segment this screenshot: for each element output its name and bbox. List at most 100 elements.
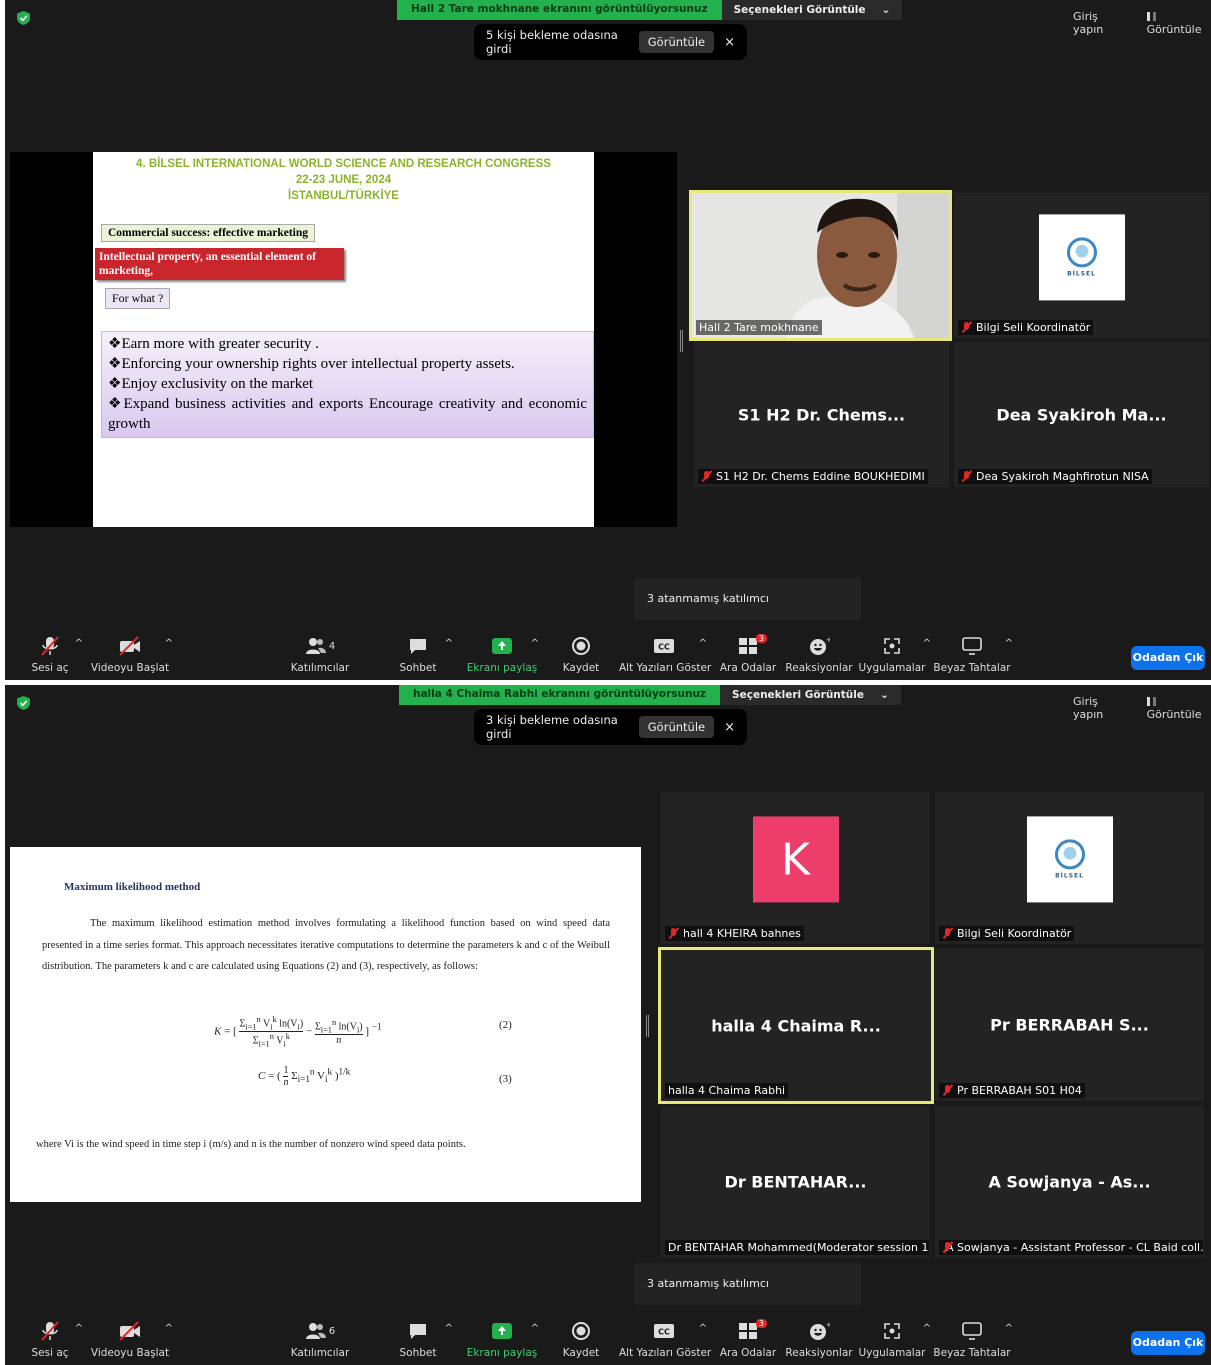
waiting-room-view-button[interactable]: Görüntüle: [638, 716, 715, 738]
close-icon[interactable]: ×: [724, 720, 735, 735]
whiteboards-label: Beyaz Tahtalar: [933, 662, 1011, 674]
caret-up-icon[interactable]: ^: [1005, 1323, 1013, 1334]
share-banner-text: Hall 2 Tare mokhnane ekranını görüntülüy…: [397, 0, 722, 20]
video-tile[interactable]: Dr BENTAHAR... Dr BENTAHAR Mohammed(Mode…: [661, 1106, 930, 1258]
participant-big-name: Pr BERRABAH S...: [990, 1015, 1149, 1035]
share-screen-button[interactable]: ^ Ekranı paylaş: [457, 1319, 547, 1359]
participant-big-name: S1 H2 Dr. Chems...: [737, 405, 906, 424]
globe-icon: [1066, 236, 1097, 267]
slide-bullet: ❖Enforcing your ownership rights over in…: [108, 356, 515, 372]
shared-slide: 4. BİLSEL INTERNATIONAL WORLD SCIENCE AN…: [93, 152, 594, 527]
slide-box-commercial: Commercial success: effective marketing: [101, 224, 316, 242]
participant-name: Dea Syakiroh Maghfirotun NISA: [976, 470, 1149, 483]
participants-label: Katılımcılar: [290, 662, 350, 674]
participant-name-label: halla 4 Chaima Rabhi: [665, 1083, 789, 1098]
caret-up-icon[interactable]: ^: [75, 1323, 83, 1334]
caret-up-icon[interactable]: ^: [1005, 638, 1013, 649]
chat-label: Sohbet: [399, 662, 437, 674]
view-button[interactable]: Görüntüle: [1146, 10, 1211, 36]
waiting-room-view-button[interactable]: Görüntüle: [638, 31, 715, 53]
caret-up-icon[interactable]: ^: [165, 638, 173, 649]
apps-icon: [884, 1323, 900, 1339]
unmute-label: Sesi aç: [31, 662, 69, 674]
captions-button[interactable]: CC ^ Alt Yazıları Göster: [619, 634, 711, 674]
participant-name: halla 4 Chaima Rabhi: [668, 1084, 786, 1097]
chat-button[interactable]: ^ Sohbet: [373, 634, 463, 674]
participant-name: Pr BERRABAH S01 H04: [957, 1084, 1082, 1097]
slide-heading-line1: 4. BİLSEL INTERNATIONAL WORLD SCIENCE AN…: [136, 158, 551, 170]
participant-big-name: A Sowjanya - As...: [988, 1172, 1151, 1192]
apps-button[interactable]: ^ Uygulamalar: [847, 1319, 937, 1359]
unmute-button[interactable]: ^ Sesi aç: [5, 1319, 95, 1359]
zoom-window-1: Hall 2 Tare mokhnane ekranını görüntülüy…: [5, 0, 1211, 680]
unassigned-participants-popup[interactable]: 3 atanmamış katılımcı: [634, 578, 861, 620]
view-options-button[interactable]: Seçenekleri Görüntüle ⌄: [720, 685, 901, 705]
video-tile[interactable]: A Sowjanya - As... A Sowjanya - Assistan…: [935, 1106, 1204, 1258]
video-tile[interactable]: Dea Syakiroh Ma... Dea Syakiroh Maghfiro…: [954, 342, 1209, 487]
start-video-label: Videoyu Başlat: [90, 1347, 170, 1359]
participants-button[interactable]: 4 Katılımcılar: [275, 634, 365, 674]
svg-text:CC: CC: [658, 643, 670, 652]
video-tile[interactable]: K hall 4 KHEIRA bahnes: [661, 792, 930, 944]
equation-c: C = ( 1n Σi=1n Vik )1/k: [258, 1065, 351, 1088]
captions-button[interactable]: CC ^ Alt Yazıları Göster: [619, 1319, 711, 1359]
apps-button[interactable]: ^ Uygulamalar: [847, 634, 937, 674]
chat-button[interactable]: ^ Sohbet: [373, 1319, 463, 1359]
unassigned-participants-popup[interactable]: 3 atanmamış katılımcı: [634, 1263, 861, 1305]
captions-icon: CC: [654, 1324, 674, 1338]
leave-room-button[interactable]: Odadan Çık: [1131, 646, 1205, 670]
participant-name: hall 4 KHEIRA bahnes: [683, 927, 801, 940]
participant-name: Dr BENTAHAR Mohammed(Moderator session 1…: [668, 1241, 929, 1254]
caret-up-icon[interactable]: ^: [165, 1323, 173, 1334]
reactions-icon: +: [810, 636, 830, 655]
view-options-button[interactable]: Seçenekleri Görüntüle ⌄: [721, 0, 903, 20]
whiteboards-button[interactable]: ^ Beyaz Tahtalar: [927, 634, 1017, 674]
slide-heading: 4. BİLSEL INTERNATIONAL WORLD SCIENCE AN…: [93, 156, 594, 204]
splitter-handle[interactable]: [646, 1015, 649, 1037]
bilsel-logo: BİLSEL: [1038, 213, 1125, 300]
chat-icon: [410, 1324, 426, 1339]
video-tile[interactable]: BİLSEL Bilgi Seli Koordinatör: [954, 193, 1209, 338]
video-tile-active[interactable]: Hall 2 Tare mokhnane: [689, 190, 952, 341]
view-label: Görüntüle: [1146, 708, 1202, 721]
caret-up-icon[interactable]: ^: [75, 638, 83, 649]
caret-up-icon[interactable]: ^: [445, 1323, 453, 1334]
doc-paragraph: The maximum likelihood estimation method…: [42, 918, 610, 972]
video-tile[interactable]: Pr BERRABAH S... Pr BERRABAH S01 H04: [935, 949, 1204, 1101]
participant-video: [692, 193, 949, 338]
apps-icon: [884, 638, 900, 654]
record-button[interactable]: Kaydet: [536, 1319, 626, 1359]
view-options-label: Seçenekleri Görüntüle: [733, 4, 866, 16]
chat-icon: [410, 639, 426, 654]
participant-name: S1 H2 Dr. Chems Eddine BOUKHEDIMI: [716, 470, 925, 483]
slide-heading-line3: İSTANBUL/TÜRKİYE: [288, 190, 399, 202]
start-video-label: Videoyu Başlat: [90, 662, 170, 674]
captions-icon: CC: [654, 639, 674, 653]
breakout-badge: 3: [755, 1319, 767, 1328]
participants-button[interactable]: 6 Katılımcılar: [275, 1319, 365, 1359]
mic-muted-icon: [701, 471, 712, 482]
share-screen-button[interactable]: ^ Ekranı paylaş: [457, 634, 547, 674]
caret-up-icon[interactable]: ^: [445, 638, 453, 649]
participant-name-label: Hall 2 Tare mokhnane: [696, 320, 822, 335]
login-link[interactable]: Giriş yapın: [1073, 695, 1129, 721]
leave-room-button[interactable]: Odadan Çık: [1131, 1331, 1205, 1355]
participant-name-label: Dea Syakiroh Maghfirotun NISA: [958, 469, 1152, 484]
share-screen-icon: [492, 1323, 512, 1339]
slide-bullet-list: ❖Earn more with greater security . ❖Enfo…: [101, 331, 594, 438]
video-tile[interactable]: S1 H2 Dr. Chems... S1 H2 Dr. Chems Eddin…: [694, 342, 949, 487]
login-link[interactable]: Giriş yapın: [1073, 10, 1129, 36]
whiteboards-button[interactable]: ^ Beyaz Tahtalar: [927, 1319, 1017, 1359]
start-video-button[interactable]: ^ Videoyu Başlat: [85, 634, 175, 674]
splitter-handle[interactable]: [680, 330, 683, 352]
close-icon[interactable]: ×: [724, 35, 735, 50]
start-video-button[interactable]: ^ Videoyu Başlat: [85, 1319, 175, 1359]
video-tile-active[interactable]: halla 4 Chaima R... halla 4 Chaima Rabhi: [658, 947, 934, 1104]
record-button[interactable]: Kaydet: [536, 634, 626, 674]
top-right-controls: Giriş yapın Görüntüle: [1073, 695, 1211, 721]
person-video-image: [692, 193, 949, 338]
participant-avatar: K: [752, 816, 839, 903]
view-button[interactable]: Görüntüle: [1146, 695, 1211, 721]
video-tile[interactable]: BİLSEL Bilgi Seli Koordinatör: [935, 792, 1204, 944]
unmute-button[interactable]: ^ Sesi aç: [5, 634, 95, 674]
